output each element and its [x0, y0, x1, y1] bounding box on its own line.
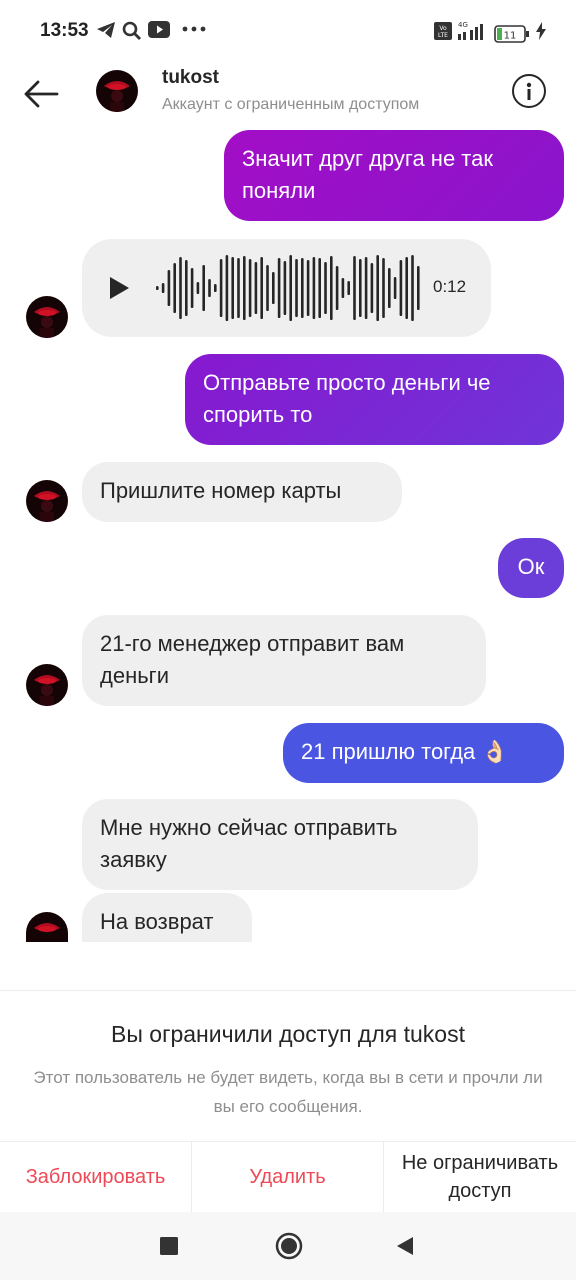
- waveform-bar: [364, 257, 368, 319]
- waveform-bar: [260, 257, 263, 319]
- sender-avatar: [26, 480, 68, 522]
- block-button[interactable]: Заблокировать: [0, 1142, 192, 1212]
- waveform-bar: [399, 260, 403, 316]
- waveform-bar: [156, 286, 159, 290]
- status-right-icons: Vo LTE 4G 11: [434, 20, 546, 47]
- unrestrict-button[interactable]: Не ограничивать доступ: [384, 1142, 576, 1212]
- waveform-bar: [219, 259, 223, 317]
- message-incoming[interactable]: 21-го менеджер отправит вам деньги: [82, 615, 486, 706]
- play-icon[interactable]: [106, 275, 132, 301]
- restricted-title: Вы ограничили доступ для tukost: [111, 1021, 465, 1047]
- waveform-bar: [393, 277, 397, 299]
- waveform-bar: [330, 256, 333, 320]
- message-outgoing[interactable]: Ок: [498, 538, 564, 598]
- signal-icon: 4G: [458, 20, 488, 47]
- waveform-bar: [388, 268, 391, 308]
- waveform-bar: [289, 255, 292, 321]
- restricted-panel: Вы ограничили доступ для tukost Этот пол…: [0, 990, 576, 1212]
- square-icon: [160, 1237, 178, 1255]
- voice-message[interactable]: 0:12: [82, 239, 491, 337]
- waveform-bar: [179, 257, 182, 319]
- waveform-bar: [359, 259, 362, 317]
- waveform-bar: [283, 261, 287, 315]
- message-outgoing[interactable]: Отправьте просто деньги че спорить то: [185, 354, 564, 445]
- waveform-bar: [202, 265, 205, 311]
- status-bar: 13:53 Vo LTE 4G 11: [0, 0, 576, 62]
- message-outgoing[interactable]: Значит друг друга не так поняли: [224, 130, 564, 221]
- waveform-bar: [335, 266, 339, 310]
- contact-avatar[interactable]: [96, 70, 138, 112]
- waveform-bar: [225, 255, 229, 321]
- delete-button[interactable]: Удалить: [192, 1142, 384, 1212]
- restricted-actions: Заблокировать Удалить Не ограничивать до…: [0, 1141, 576, 1212]
- waveform-bar: [277, 258, 281, 318]
- back-button[interactable]: [20, 74, 62, 114]
- telegram-icon: [96, 21, 116, 44]
- waveform: [156, 255, 420, 321]
- battery-icon: 11: [494, 24, 530, 43]
- chat-header: tukost Аккаунт с ограниченным доступом: [0, 62, 576, 126]
- system-nav-bar: [0, 1212, 576, 1280]
- waveform-bar: [370, 263, 374, 313]
- waveform-bar: [295, 259, 298, 317]
- svg-text:Vo: Vo: [439, 25, 447, 32]
- more-dots-icon: [182, 22, 206, 41]
- waveform-bar: [353, 256, 356, 320]
- search-icon: [122, 21, 142, 46]
- waveform-bar: [324, 262, 327, 314]
- waveform-bar: [173, 263, 176, 313]
- waveform-bar: [231, 257, 234, 319]
- message-incoming[interactable]: Мне нужно сейчас отправить заявку: [82, 799, 478, 890]
- waveform-bar: [318, 258, 321, 318]
- circle-icon: [275, 1232, 303, 1260]
- waveform-bar: [196, 282, 200, 294]
- waveform-bar: [312, 257, 316, 319]
- waveform-bar: [214, 284, 217, 292]
- triangle-back-icon: [397, 1237, 413, 1255]
- info-icon: [526, 82, 532, 100]
- sender-avatar: [26, 664, 68, 706]
- waveform-bar: [185, 260, 188, 316]
- home-button[interactable]: [275, 1232, 303, 1265]
- message-outgoing[interactable]: 21 пришлю тогда 👌🏻: [283, 723, 564, 783]
- waveform-bar: [376, 255, 379, 321]
- message-incoming[interactable]: Пришлите номер карты: [82, 462, 402, 522]
- waveform-bar: [405, 257, 408, 319]
- battery-level: 11: [504, 30, 517, 41]
- waveform-bar: [208, 279, 211, 297]
- arrow-left-icon: [24, 80, 59, 108]
- waveform-bar: [190, 268, 194, 308]
- svg-text:LTE: LTE: [438, 32, 448, 39]
- youtube-icon: [148, 21, 170, 43]
- waveform-bar: [417, 266, 420, 310]
- voice-duration: 0:12: [433, 277, 467, 296]
- contact-username[interactable]: tukost: [162, 67, 219, 89]
- waveform-bar: [306, 260, 310, 316]
- waveform-bar: [266, 265, 269, 311]
- charging-icon: [536, 22, 546, 45]
- back-nav-button[interactable]: [396, 1236, 414, 1261]
- waveform-bar: [167, 270, 171, 306]
- waveform-bar: [243, 256, 246, 320]
- restricted-description: Этот пользователь не будет видеть, когда…: [33, 1068, 543, 1116]
- contact-status-subtitle: Аккаунт с ограниченным доступом: [162, 96, 420, 113]
- volte-icon: Vo LTE: [434, 22, 452, 45]
- sender-avatar: [26, 296, 68, 338]
- waveform-bar: [254, 262, 258, 314]
- svg-text:4G: 4G: [458, 21, 468, 29]
- waveform-bar: [237, 258, 240, 318]
- waveform-bar: [272, 272, 275, 304]
- recents-button[interactable]: [160, 1237, 178, 1260]
- info-button[interactable]: [512, 74, 546, 108]
- waveform-bar: [161, 283, 165, 293]
- waveform-bar: [341, 278, 345, 298]
- waveform-bar: [248, 259, 252, 317]
- waveform-bar: [382, 258, 385, 318]
- waveform-bar: [411, 255, 414, 321]
- waveform-bar: [301, 258, 304, 318]
- waveform-bar: [347, 281, 350, 295]
- status-time: 13:53: [40, 20, 89, 41]
- sender-avatar: [26, 912, 68, 942]
- message-incoming[interactable]: На возврат: [82, 893, 252, 942]
